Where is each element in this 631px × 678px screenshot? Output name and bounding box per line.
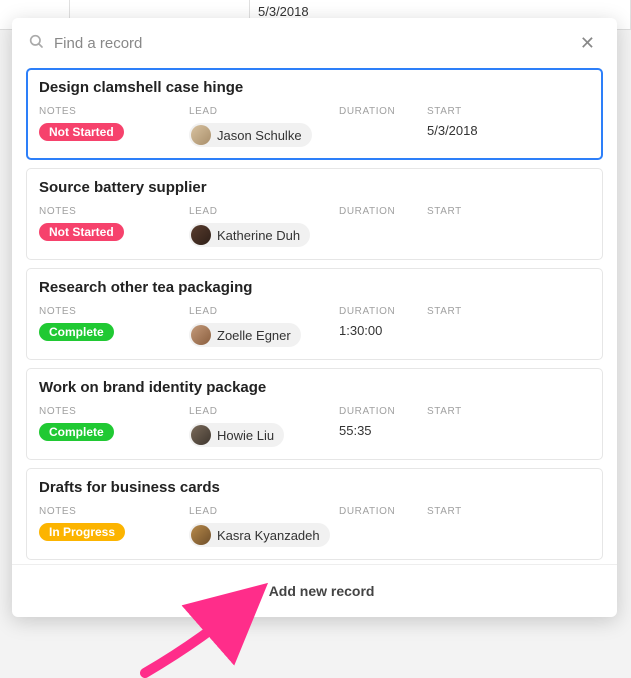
duration-value: 1:30:00 <box>339 323 427 338</box>
record-card[interactable]: Work on brand identity package NOTES Compl… <box>26 368 603 460</box>
field-start: START <box>427 206 590 247</box>
lead-name: Howie Liu <box>217 428 274 443</box>
field-label-duration: DURATION <box>339 406 427 417</box>
duration-value: 55:35 <box>339 423 427 438</box>
close-icon[interactable]: ✕ <box>576 32 599 54</box>
lead-name: Katherine Duh <box>217 228 300 243</box>
field-start: START <box>427 306 590 347</box>
field-label-notes: NOTES <box>39 506 189 517</box>
field-label-notes: NOTES <box>39 306 189 317</box>
field-label-start: START <box>427 506 590 517</box>
add-record-label: Add new record <box>269 583 375 599</box>
field-label-lead: LEAD <box>189 206 339 217</box>
field-lead: LEAD Zoelle Egner <box>189 306 339 347</box>
status-badge: In Progress <box>39 523 125 541</box>
add-new-record-button[interactable]: + Add new record <box>255 583 375 599</box>
lead-chip: Jason Schulke <box>189 123 312 147</box>
record-fields: NOTES Complete LEAD Zoelle Egner DURATION 1:3… <box>39 306 590 347</box>
field-label-start: START <box>427 406 590 417</box>
record-title: Work on brand identity package <box>39 379 590 396</box>
field-start: START 5/3/2018 <box>427 106 590 147</box>
field-label-duration: DURATION <box>339 206 427 217</box>
record-card[interactable]: Drafts for business cards NOTES In Progres… <box>26 468 603 560</box>
modal-footer: + Add new record <box>12 564 617 617</box>
field-label-lead: LEAD <box>189 306 339 317</box>
field-duration: DURATION 55:35 <box>339 406 427 447</box>
field-label-start: START <box>427 306 590 317</box>
field-label-lead: LEAD <box>189 406 339 417</box>
record-card[interactable]: Design clamshell case hinge NOTES Not Star… <box>26 68 603 160</box>
field-notes: NOTES In Progress <box>39 506 189 547</box>
avatar <box>191 225 211 245</box>
field-duration: DURATION <box>339 206 427 247</box>
field-label-notes: NOTES <box>39 106 189 117</box>
field-duration: DURATION <box>339 106 427 147</box>
field-notes: NOTES Complete <box>39 406 189 447</box>
field-start: START <box>427 406 590 447</box>
avatar <box>191 425 211 445</box>
record-title: Source battery supplier <box>39 179 590 196</box>
record-fields: NOTES Not Started LEAD Jason Schulke DURATIO… <box>39 106 590 147</box>
field-label-notes: NOTES <box>39 206 189 217</box>
field-duration: DURATION 1:30:00 <box>339 306 427 347</box>
lead-name: Kasra Kyanzadeh <box>217 528 320 543</box>
record-title: Design clamshell case hinge <box>39 79 590 96</box>
field-label-lead: LEAD <box>189 106 339 117</box>
lead-chip: Howie Liu <box>189 423 284 447</box>
field-label-lead: LEAD <box>189 506 339 517</box>
search-row: ✕ <box>12 18 617 68</box>
lead-name: Jason Schulke <box>217 128 302 143</box>
lead-chip: Katherine Duh <box>189 223 310 247</box>
status-badge: Complete <box>39 323 114 341</box>
status-badge: Complete <box>39 423 114 441</box>
status-badge: Not Started <box>39 123 124 141</box>
record-fields: NOTES Not Started LEAD Katherine Duh DURATIO… <box>39 206 590 247</box>
field-notes: NOTES Not Started <box>39 106 189 147</box>
lead-chip: Kasra Kyanzadeh <box>189 523 330 547</box>
record-card[interactable]: Source battery supplier NOTES Not Started L… <box>26 168 603 260</box>
avatar <box>191 325 211 345</box>
field-label-duration: DURATION <box>339 106 427 117</box>
field-label-duration: DURATION <box>339 306 427 317</box>
start-value: 5/3/2018 <box>427 123 590 138</box>
field-duration: DURATION <box>339 506 427 547</box>
field-lead: LEAD Kasra Kyanzadeh <box>189 506 339 547</box>
record-title: Research other tea packaging <box>39 279 590 296</box>
field-start: START <box>427 506 590 547</box>
search-input[interactable] <box>54 35 566 52</box>
record-fields: NOTES In Progress LEAD Kasra Kyanzadeh DURAT… <box>39 506 590 547</box>
record-fields: NOTES Complete LEAD Howie Liu DURATION 55:35S… <box>39 406 590 447</box>
field-label-duration: DURATION <box>339 506 427 517</box>
search-icon <box>28 33 44 54</box>
lead-name: Zoelle Egner <box>217 328 291 343</box>
lead-chip: Zoelle Egner <box>189 323 301 347</box>
field-notes: NOTES Complete <box>39 306 189 347</box>
record-card[interactable]: Research other tea packaging NOTES Complet… <box>26 268 603 360</box>
field-lead: LEAD Howie Liu <box>189 406 339 447</box>
field-label-start: START <box>427 206 590 217</box>
field-label-notes: NOTES <box>39 406 189 417</box>
field-lead: LEAD Katherine Duh <box>189 206 339 247</box>
avatar <box>191 525 211 545</box>
record-picker-modal: ✕ Design clamshell case hinge NOTES Not St… <box>12 18 617 617</box>
status-badge: Not Started <box>39 223 124 241</box>
record-title: Drafts for business cards <box>39 479 590 496</box>
field-label-start: START <box>427 106 590 117</box>
records-list: Design clamshell case hinge NOTES Not Star… <box>12 68 617 564</box>
field-notes: NOTES Not Started <box>39 206 189 247</box>
field-lead: LEAD Jason Schulke <box>189 106 339 147</box>
plus-icon: + <box>255 583 263 599</box>
avatar <box>191 125 211 145</box>
